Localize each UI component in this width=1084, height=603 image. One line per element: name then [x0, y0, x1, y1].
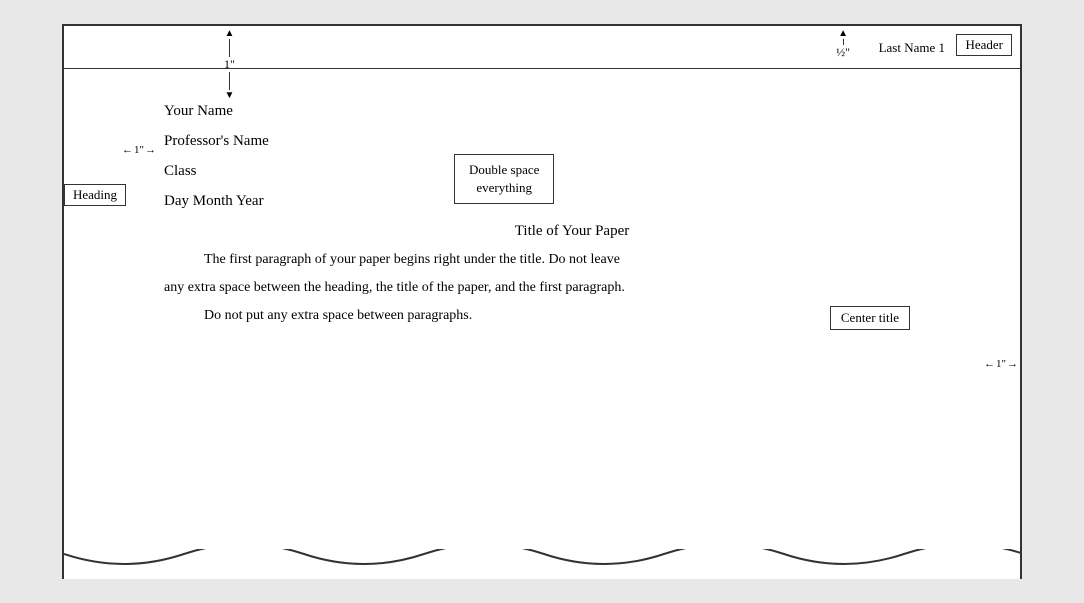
date-line: Day Month Year	[164, 186, 980, 216]
left-margin-indicator: ← 1" →	[122, 144, 156, 156]
paragraph-2: any extra space between the heading, the…	[164, 274, 980, 302]
paragraph-1: The first paragraph of your paper begins…	[164, 246, 980, 274]
title-line: Title of Your Paper	[164, 216, 980, 246]
right-margin-indicator: ← 1" →	[984, 358, 1018, 370]
page-container: ▲ 1" ▼ ▲ ½" Last Name 1 Header Heading D…	[10, 10, 1074, 593]
header-divider	[64, 68, 1020, 69]
class-line: Class	[164, 156, 980, 186]
paper-document: ▲ 1" ▼ ▲ ½" Last Name 1 Header Heading D…	[62, 24, 1022, 579]
professor-name-line: Professor's Name	[164, 126, 980, 156]
your-name-line: Your Name	[164, 96, 980, 126]
wave-bottom	[64, 549, 1020, 579]
paragraph-3: Do not put any extra space between parag…	[164, 302, 980, 330]
heading-label-box: Heading	[64, 184, 126, 206]
content-area: Your Name Professor's Name Class Day Mon…	[164, 26, 980, 330]
